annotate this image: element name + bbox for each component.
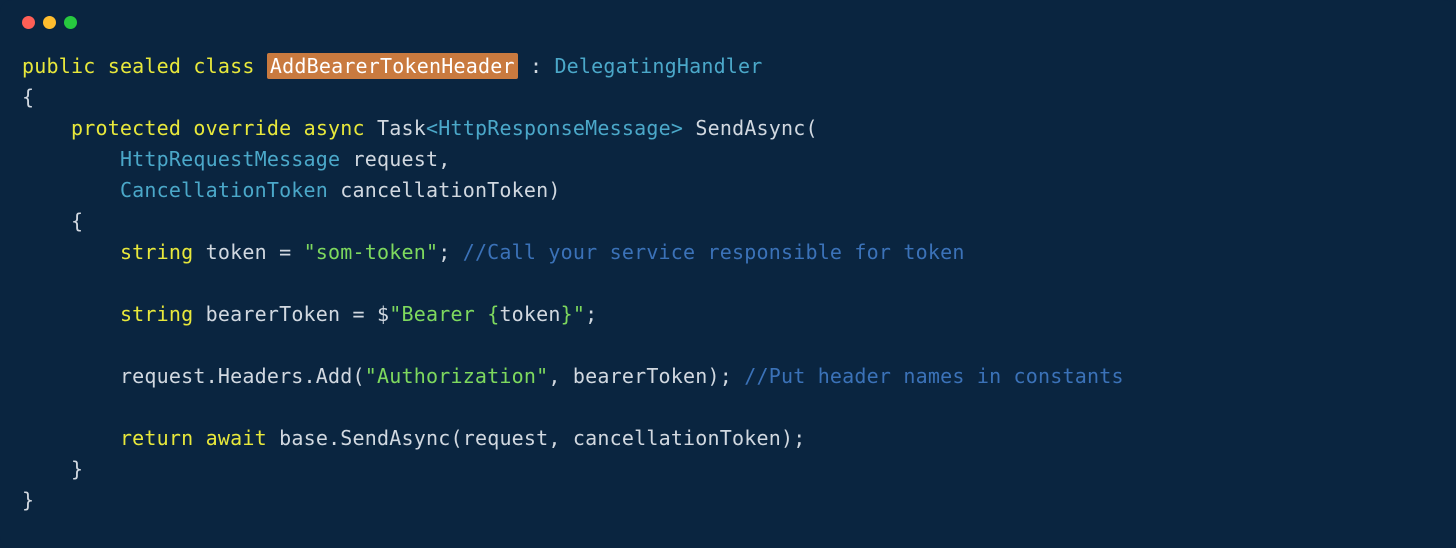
indent — [22, 147, 120, 171]
task-type: Task — [377, 116, 426, 140]
indent — [22, 364, 120, 388]
angle-open: < — [426, 116, 438, 140]
angle-close: > — [671, 116, 683, 140]
param-type: HttpRequestMessage — [120, 147, 340, 171]
param-name: request, — [340, 147, 450, 171]
response-type: HttpResponseMessage — [438, 116, 671, 140]
class-name-highlight: AddBearerTokenHeader — [267, 53, 518, 79]
brace-close: } — [22, 488, 34, 512]
space — [193, 426, 205, 450]
method-call: base.SendAsync(request, cancellationToke… — [267, 426, 806, 450]
keyword-string: string — [120, 240, 193, 264]
keyword-override: override — [193, 116, 291, 140]
keyword-return: return — [120, 426, 193, 450]
brace-open: { — [22, 85, 34, 109]
keyword-async: async — [304, 116, 365, 140]
comment: //Call your service responsible for toke… — [463, 240, 965, 264]
indent — [22, 302, 120, 326]
indent — [22, 426, 120, 450]
string-close: " — [573, 302, 585, 326]
keyword-class: class — [193, 54, 254, 78]
string-literal: "som-token" — [304, 240, 439, 264]
close-icon[interactable] — [22, 16, 35, 29]
keyword-string: string — [120, 302, 193, 326]
window-titlebar — [22, 16, 1434, 29]
method-name: SendAsync( — [683, 116, 818, 140]
minimize-icon[interactable] — [43, 16, 56, 29]
colon: : — [518, 54, 555, 78]
base-type: DelegatingHandler — [554, 54, 762, 78]
keyword-protected: protected — [71, 116, 181, 140]
param-name: cancellationToken) — [328, 178, 561, 202]
maximize-icon[interactable] — [64, 16, 77, 29]
indent — [22, 178, 120, 202]
var-assign: token = — [193, 240, 303, 264]
interp-var: token — [499, 302, 560, 326]
string-open: "Bearer — [389, 302, 487, 326]
semicolon: ; — [438, 240, 462, 264]
code-window: public sealed class AddBearerTokenHeader… — [0, 0, 1456, 548]
var-assign: bearerToken = $ — [193, 302, 389, 326]
code-block: public sealed class AddBearerTokenHeader… — [22, 51, 1434, 516]
keyword-public: public — [22, 54, 95, 78]
brace-open: { — [22, 209, 83, 233]
args: , bearerToken); — [548, 364, 744, 388]
string-literal: "Authorization" — [365, 364, 549, 388]
keyword-sealed: sealed — [108, 54, 181, 78]
indent — [22, 240, 120, 264]
param-type: CancellationToken — [120, 178, 328, 202]
keyword-await: await — [206, 426, 267, 450]
interp-close: } — [561, 302, 573, 326]
interp-open: { — [487, 302, 499, 326]
brace-close: } — [22, 457, 83, 481]
semicolon: ; — [585, 302, 597, 326]
method-call: request.Headers.Add( — [120, 364, 365, 388]
indent — [22, 116, 71, 140]
comment: //Put header names in constants — [744, 364, 1123, 388]
